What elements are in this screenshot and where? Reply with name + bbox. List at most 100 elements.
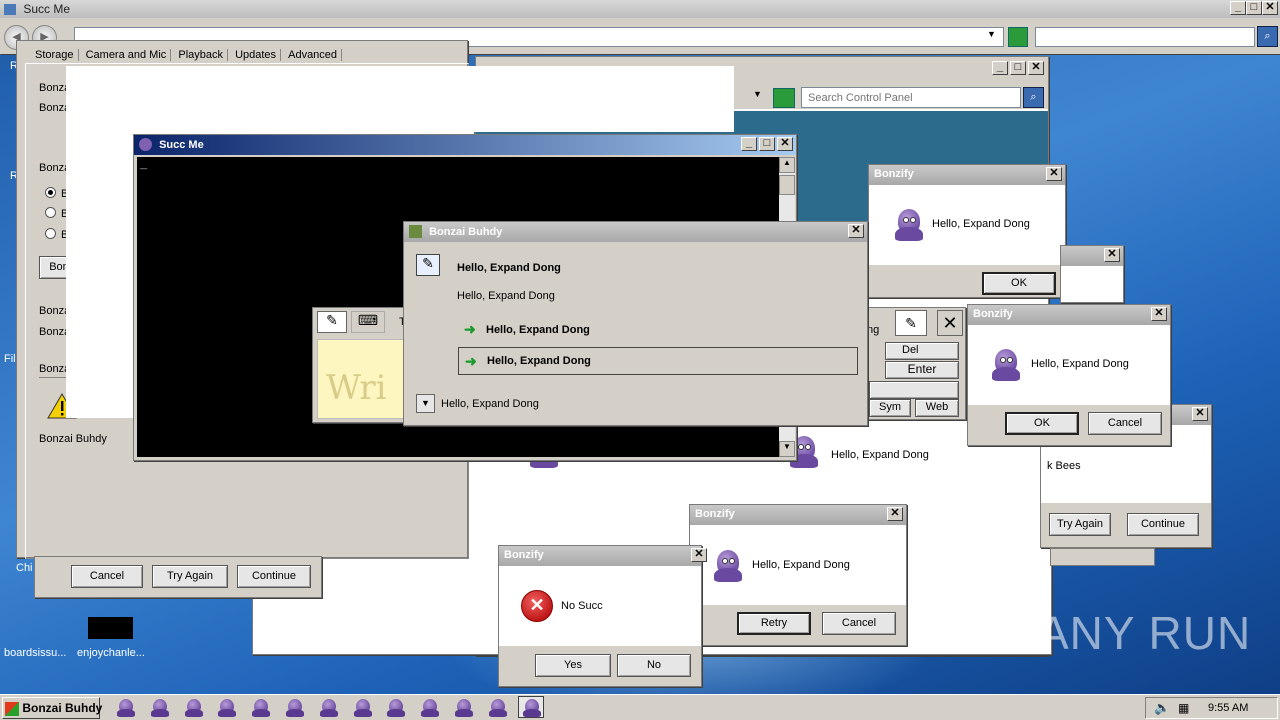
console-close-icon[interactable]: ✕ [777, 137, 793, 151]
cp-close-icon[interactable]: ✕ [1028, 61, 1044, 75]
minimize-icon[interactable]: _ [1230, 1, 1246, 15]
key-del[interactable]: Del [885, 342, 959, 360]
start-button[interactable]: Bonzai Buhdy [2, 697, 103, 719]
taskbar-task-button[interactable] [112, 696, 138, 718]
ok-button[interactable]: OK [1005, 412, 1079, 435]
continue-button[interactable]: Continue [237, 565, 311, 588]
yes-button[interactable]: Yes [535, 654, 611, 677]
browser-search-input[interactable] [1035, 27, 1255, 47]
cancel-button[interactable]: Cancel [822, 612, 896, 635]
key-web[interactable]: Web [915, 399, 959, 417]
command-link-1[interactable]: ➜ Hello, Expand Dong [458, 318, 858, 342]
radio-1[interactable] [45, 187, 56, 198]
error-icon: ✕ [521, 590, 553, 622]
lower-left-dialog: Cancel Try Again Continue [34, 556, 322, 598]
scroll-down-icon[interactable]: ▼ [779, 441, 795, 457]
bonzify-4-message: No Succ [561, 600, 603, 612]
taskbar-task-button[interactable] [281, 696, 307, 718]
try-again-button[interactable]: Try Again [1049, 513, 1111, 536]
taskbar-task-button[interactable] [349, 696, 375, 718]
bonzify-dialog-3: Bonzify ✕ Hello, Expand Dong Retry Cance… [689, 504, 907, 646]
ok-button[interactable]: OK [982, 272, 1056, 295]
rear-dialog-message: Hello, Expand Dong [831, 449, 929, 461]
start-label: Bonzai Buhdy [22, 701, 103, 715]
tab-updates[interactable]: Updates [231, 49, 282, 61]
taskbar-task-button[interactable] [416, 696, 442, 718]
details-label[interactable]: Hello, Expand Dong [441, 398, 539, 410]
scroll-thumb[interactable] [779, 175, 795, 195]
back-dialog-close-icon[interactable]: ✕ [1104, 248, 1120, 262]
tab-advanced[interactable]: Advanced [284, 49, 343, 61]
cp-refresh-icon[interactable] [773, 88, 795, 108]
dialog-subtext: Hello, Expand Dong [457, 290, 555, 302]
keyboard-panel: ng ✎ ✕ Del Enter Sym Web [866, 307, 966, 420]
tab-playback[interactable]: Playback [174, 49, 228, 61]
bonzi-icon [712, 548, 744, 582]
key-blank[interactable] [869, 381, 959, 399]
try-again-button[interactable]: Try Again [152, 565, 228, 588]
app-icon [4, 4, 16, 16]
desktop-icon-image[interactable] [88, 617, 133, 639]
clock[interactable]: 9:55 AM [1208, 702, 1248, 714]
maximize-icon[interactable]: □ [1246, 1, 1262, 15]
app-icon [409, 225, 422, 238]
command-link-2[interactable]: ➜ Hello, Expand Dong [458, 347, 858, 375]
key-enter[interactable]: Enter [885, 361, 959, 379]
taskbar-task-button[interactable] [146, 696, 172, 718]
desktop-icon-label-1[interactable]: boardsissu... [4, 647, 66, 659]
dialog-title: Bonzai Buhdy [429, 225, 503, 238]
no-button[interactable]: No [617, 654, 691, 677]
taskbar: Bonzai Buhdy 🔈 ▦ 9:55 AM [0, 694, 1280, 720]
help-icon[interactable]: ✎ [895, 310, 927, 336]
bonzai-main-dialog: Bonzai Buhdy ✕ ✎ Hello, Expand Dong Hell… [403, 221, 868, 426]
taskbar-task-button[interactable] [180, 696, 206, 718]
speaker-icon[interactable]: 🔈 [1154, 700, 1170, 716]
taskbar-task-button[interactable] [315, 696, 341, 718]
search-icon[interactable]: ⌕ [1257, 26, 1278, 47]
taskbar-task-button[interactable] [450, 696, 476, 718]
console-cursor: _ [140, 158, 148, 172]
expand-icon[interactable]: ▼ [416, 394, 435, 413]
cp-dropdown-icon[interactable]: ▼ [753, 89, 762, 99]
scroll-up-icon[interactable]: ▲ [779, 157, 795, 173]
refresh-icon[interactable] [1008, 27, 1028, 47]
close-icon[interactable]: ✕ [1262, 1, 1278, 15]
desktop-icon-label-2[interactable]: enjoychanle... [77, 647, 145, 659]
taskbar-task-button[interactable] [517, 696, 544, 718]
bonzify-2-close-icon[interactable]: ✕ [1151, 307, 1167, 321]
cp-search-input[interactable] [801, 87, 1021, 108]
cp-search-icon[interactable]: ⌕ [1023, 87, 1044, 108]
tab-storage[interactable]: Storage [31, 49, 79, 61]
key-sym[interactable]: Sym [869, 399, 911, 417]
taskbar-task-button[interactable] [247, 696, 273, 718]
console-maximize-icon[interactable]: □ [759, 137, 775, 151]
bonzify-3-close-icon[interactable]: ✕ [887, 507, 903, 521]
blank-panel-2 [474, 66, 734, 132]
taskbar-task-button[interactable] [213, 696, 239, 718]
retry-button[interactable]: Retry [737, 612, 811, 635]
bees-close-icon[interactable]: ✕ [1192, 407, 1208, 421]
radio-2[interactable] [45, 207, 56, 218]
console-minimize-icon[interactable]: _ [741, 137, 757, 151]
taskbar-task-button[interactable] [382, 696, 408, 718]
network-icon[interactable]: ▦ [1178, 701, 1189, 715]
cp-maximize-icon[interactable]: □ [1010, 61, 1026, 75]
cancel-button[interactable]: Cancel [71, 565, 143, 588]
keyboard-close-icon[interactable]: ✕ [937, 310, 963, 336]
pen-icon[interactable]: ✎ [317, 311, 347, 333]
radio-3[interactable] [45, 228, 56, 239]
bonzify-2-title: Bonzify [973, 308, 1013, 321]
continue-button[interactable]: Continue [1127, 513, 1199, 536]
desktop-frag-4: Chi [16, 562, 33, 574]
writing-pad[interactable]: Wri [317, 339, 407, 419]
address-dropdown-icon[interactable]: ▼ [987, 29, 996, 39]
taskbar-task-button[interactable] [484, 696, 510, 718]
bonzify-4-close-icon[interactable]: ✕ [691, 548, 707, 562]
cp-minimize-icon[interactable]: _ [992, 61, 1008, 75]
keyboard-icon[interactable]: ⌨ [351, 311, 385, 333]
dialog-close-icon[interactable]: ✕ [848, 224, 864, 238]
tab-camera[interactable]: Camera and Mic [81, 49, 172, 61]
dialog-heading: Hello, Expand Dong [457, 262, 561, 274]
bonzify-1-close-icon[interactable]: ✕ [1046, 167, 1062, 181]
cancel-button[interactable]: Cancel [1088, 412, 1162, 435]
